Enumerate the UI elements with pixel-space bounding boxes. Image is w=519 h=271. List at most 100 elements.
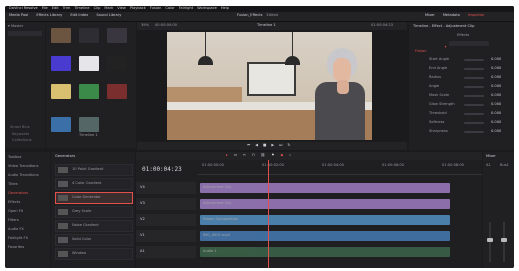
effects-category-effects[interactable]: Effects xyxy=(8,200,20,205)
effects-item[interactable]: 4 Color Gradient xyxy=(55,178,133,190)
viewer-zoom[interactable]: 39% xyxy=(141,23,149,28)
person-hand xyxy=(337,80,349,94)
thumb-clip-2[interactable] xyxy=(79,56,99,71)
track-header[interactable]: V2 xyxy=(136,214,196,226)
inspector-field-slider[interactable] xyxy=(464,68,484,70)
playhead[interactable] xyxy=(267,160,269,268)
effects-category-generators[interactable]: Generators xyxy=(8,191,28,196)
inspector-field-slider[interactable] xyxy=(464,77,484,79)
thumb-timeline[interactable] xyxy=(79,117,99,132)
flag-icon[interactable]: ⚑ xyxy=(271,153,274,158)
stop-icon[interactable]: ■ xyxy=(263,143,266,148)
media-pool-button[interactable]: Media Pool xyxy=(9,13,28,18)
effects-category-fairlight-fx[interactable]: Fairlight FX xyxy=(8,236,28,241)
inspector-field-slider[interactable] xyxy=(464,131,484,133)
fader-a1[interactable] xyxy=(487,238,493,242)
effects-list-header: Generators xyxy=(55,154,76,158)
timeline-clip[interactable]: Audio 1 xyxy=(200,247,450,257)
effects-category-video-transitions[interactable]: Video Transitions xyxy=(8,164,38,169)
inspector-field-slider[interactable] xyxy=(464,104,484,106)
effects-item-label: Grey Scale xyxy=(72,209,92,213)
sound-library-button[interactable]: Sound Library xyxy=(96,13,121,18)
effects-category-filters[interactable]: Filters xyxy=(8,218,19,223)
thumb-clip-4[interactable] xyxy=(51,84,71,99)
smart-bin-item[interactable]: Keywords xyxy=(12,132,29,137)
inspector-tab-effects[interactable]: Effects xyxy=(457,33,469,38)
thumb-fusion[interactable] xyxy=(79,28,99,43)
inspector-section-fusion[interactable]: Fusion xyxy=(415,49,427,54)
effects-item[interactable]: Window xyxy=(55,248,133,260)
trim-tool-icon[interactable]: ⇔ xyxy=(234,153,237,158)
thumb-clip-5[interactable] xyxy=(79,84,99,99)
thumb-clip-3[interactable] xyxy=(107,56,127,71)
effects-category-audio-fx[interactable]: Audio FX xyxy=(8,227,24,232)
inspector-field-label: Glow Strength xyxy=(429,102,455,106)
inspector-field-value[interactable]: 0.000 xyxy=(491,129,501,134)
inspector-field-slider[interactable] xyxy=(464,113,484,115)
link-icon[interactable]: ⛓ xyxy=(261,153,266,158)
track-header[interactable]: A1 xyxy=(136,246,196,258)
track-header[interactable]: V1 xyxy=(136,230,196,242)
inspector-field-value[interactable]: 0.000 xyxy=(491,66,501,71)
mixer-panel: Mixer A1 Bus1 xyxy=(483,152,514,268)
inspector-field-value[interactable]: 0.000 xyxy=(491,57,501,62)
inspector-field-value[interactable]: 0.000 xyxy=(491,84,501,89)
inspector-field-slider[interactable] xyxy=(464,86,484,88)
ruler-label: 01:00:02:00 xyxy=(262,163,284,167)
go-to-end-icon[interactable]: ⏭ xyxy=(279,143,282,148)
track-header[interactable]: V3 xyxy=(136,198,196,210)
step-back-icon[interactable]: ◀ xyxy=(255,143,258,148)
viewer-timecode: 01:00:04:23 xyxy=(371,23,393,27)
fx-icon[interactable]: ✦ xyxy=(444,33,454,49)
effects-library-button[interactable]: Effects Library xyxy=(36,13,62,18)
thumb-clip-1[interactable] xyxy=(51,56,71,71)
timeline-clip[interactable]: IMG_0001.mp4 xyxy=(200,231,450,241)
inspector-field-value[interactable]: 0.000 xyxy=(491,111,501,116)
effects-category-favorites[interactable]: Favorites xyxy=(8,245,24,250)
thumb-adjustment[interactable] xyxy=(51,28,71,43)
effects-item[interactable]: 10 Point Gradient xyxy=(55,164,133,176)
inspector-button[interactable]: Inspector xyxy=(468,13,485,18)
effects-category-titles[interactable]: Titles xyxy=(8,182,18,187)
zoom-icon[interactable]: ⌕ xyxy=(289,153,291,158)
inspector-field-value[interactable]: 0.000 xyxy=(491,102,501,107)
mixer-button[interactable]: Mixer xyxy=(425,13,435,18)
inspector-tab-selected[interactable] xyxy=(449,41,489,46)
timeline-clip[interactable]: Adjustment Clip xyxy=(200,199,450,209)
marker-icon[interactable]: ◆ xyxy=(280,153,283,158)
loop-icon[interactable]: ↻ xyxy=(287,143,290,148)
fader-bus[interactable] xyxy=(501,238,507,242)
timeline-clip[interactable]: Fusion Composition xyxy=(200,215,450,225)
inspector-field-value[interactable]: 0.000 xyxy=(491,75,501,80)
effects-item[interactable]: Solid Color xyxy=(55,234,133,246)
selection-tool-icon[interactable]: ▸ xyxy=(226,153,228,158)
track-header[interactable]: V4 xyxy=(136,182,196,194)
timeline-ruler[interactable]: 01:00:00:00 01:00:02:00 01:00:04:00 01:00:0… xyxy=(198,162,482,175)
effects-item-thumbnail xyxy=(58,181,68,187)
smart-bin-item-2[interactable]: Collections xyxy=(12,138,32,143)
effects-category-audio-transitions[interactable]: Audio Transitions xyxy=(8,173,39,178)
edit-index-button[interactable]: Edit Index xyxy=(70,13,88,18)
thumb-clip-7[interactable] xyxy=(51,117,71,132)
effects-item[interactable]: Color Generator xyxy=(55,192,133,204)
inspector-field-value[interactable]: 0.000 xyxy=(491,120,501,125)
go-to-start-icon[interactable]: ⏮ xyxy=(247,143,250,148)
bin-selected[interactable] xyxy=(8,31,42,36)
metadata-button[interactable]: Metadata xyxy=(443,13,460,18)
inspector-field-value[interactable]: 0.000 xyxy=(491,93,501,98)
play-icon[interactable]: ▶ xyxy=(271,143,274,148)
effects-category-toolbox[interactable]: Toolbox xyxy=(8,155,21,160)
bin-master[interactable]: ▾ Master xyxy=(8,24,23,29)
timeline-clip[interactable]: Adjustment Clip xyxy=(200,183,450,193)
program-viewer[interactable] xyxy=(167,32,372,140)
thumb-clip-6[interactable] xyxy=(107,84,127,99)
thumb-titles[interactable] xyxy=(107,28,127,43)
inspector-field-slider[interactable] xyxy=(464,59,484,61)
snapping-icon[interactable]: ⊓ xyxy=(252,153,255,158)
effects-item[interactable]: Grey Scale xyxy=(55,206,133,218)
effects-category-open-fx[interactable]: Open FX xyxy=(8,209,23,214)
inspector-field-slider[interactable] xyxy=(464,122,484,124)
blade-tool-icon[interactable]: ✂ xyxy=(243,153,246,158)
effects-item[interactable]: Noise Gradient xyxy=(55,220,133,232)
inspector-field-slider[interactable] xyxy=(464,95,484,97)
